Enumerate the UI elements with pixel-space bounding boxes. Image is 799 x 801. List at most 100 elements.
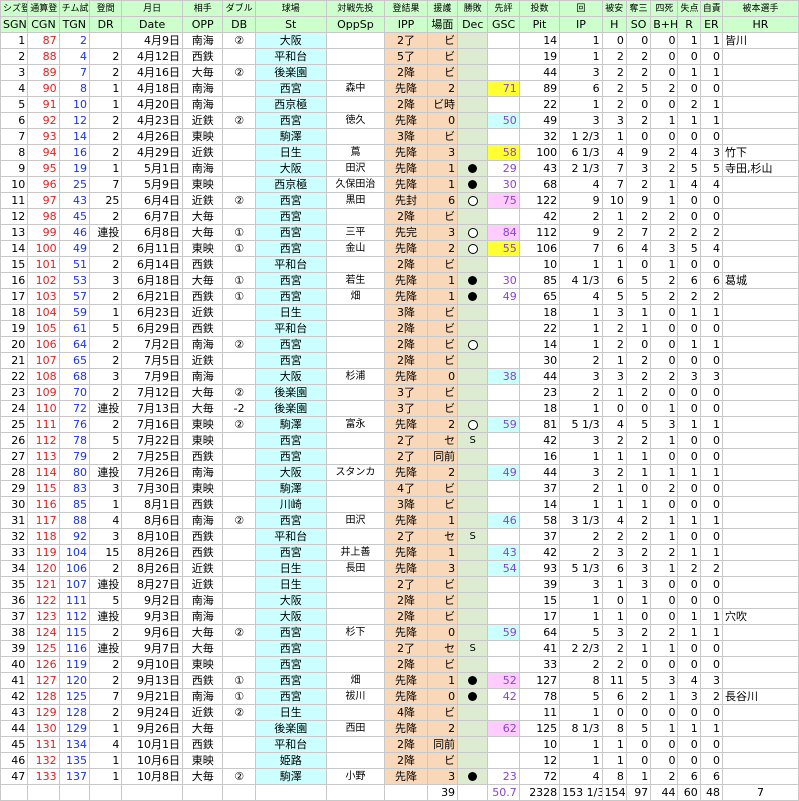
pitches-cell: 100: [518, 144, 561, 161]
hits-cell: 1: [601, 352, 627, 369]
dr-cell: 2: [88, 624, 123, 641]
runs-cell: 5: [677, 160, 701, 177]
bbhbp-cell: 0: [650, 96, 679, 113]
cgn-cell: 111: [27, 416, 60, 433]
table-row: 33 119 104 15 8月26日 西鉄 西宮 井上善 先降 1 43 42 2 3 2 2 1 1: [0, 544, 799, 561]
scene-cell: ビ: [426, 208, 459, 225]
er-cell: 1: [699, 96, 723, 113]
opponent-cell: 南海: [181, 80, 224, 97]
gsc-cell: 23: [487, 768, 520, 785]
cgn-cell: 116: [27, 496, 60, 513]
er-cell: 0: [699, 752, 723, 769]
pitches-cell: 43: [518, 160, 561, 177]
so-cell: 1: [625, 592, 652, 609]
tgn-cell: 53: [58, 272, 90, 289]
runs-cell: 0: [677, 656, 701, 673]
header-jp-cell: チム試: [58, 0, 90, 17]
bbhbp-cell: 2: [650, 272, 679, 289]
opp-starter-cell: 田沢: [325, 160, 386, 177]
table-row: 39 125 116 連投 9月7日 大毎 西宮 2了セ S 41 2 2/3 2 1 1 0 0: [0, 640, 799, 657]
result-cell: 2降: [384, 608, 428, 625]
result-cell: 4了: [384, 480, 428, 497]
pitches-cell: 18: [518, 400, 561, 417]
scene-cell: ビ: [426, 32, 459, 49]
decision-cell: [457, 384, 489, 401]
bbhbp-cell: 1: [650, 432, 679, 449]
gsc-cell: [487, 256, 520, 273]
gsc-cell: 62: [487, 720, 520, 737]
pitches-cell: 89: [518, 80, 561, 97]
dr-cell: 2: [88, 336, 123, 353]
opp-starter-cell: [325, 352, 386, 369]
runs-cell: 0: [677, 448, 701, 465]
decision-cell: [457, 464, 489, 481]
bbhbp-cell: 2: [650, 160, 679, 177]
decision-cell: [457, 704, 489, 721]
runs-cell: 3: [677, 688, 701, 705]
opponent-cell: 東映: [181, 656, 224, 673]
header-en-cell: TGN: [58, 16, 90, 33]
hr-batter-cell: [721, 576, 799, 593]
stadium-cell: 大阪: [254, 608, 327, 625]
doubleheader-cell: [222, 256, 256, 273]
dr-cell: 1: [88, 496, 123, 513]
doubleheader-cell: [222, 720, 256, 737]
bbhbp-cell: 0: [650, 320, 679, 337]
dr-cell: 連投: [88, 576, 123, 593]
table-row: 42 128 125 7 9月21日 南海 ① 西宮 祓川 先降 0 42 78 5 6 2 1 3 2 長谷川: [0, 688, 799, 705]
gsc-cell: 42: [487, 688, 520, 705]
gsc-cell: 71: [487, 80, 520, 97]
decision-cell: [457, 720, 489, 737]
doubleheader-cell: ①: [222, 240, 256, 257]
decision-cell: [457, 320, 489, 337]
so-cell: 2: [625, 528, 652, 545]
date-cell: 8月26日: [121, 544, 183, 561]
er-cell: 0: [699, 640, 723, 657]
date-cell: 7月12日: [121, 384, 183, 401]
doubleheader-cell: [222, 432, 256, 449]
scene-cell: 2: [426, 464, 459, 481]
decision-cell: [457, 624, 489, 641]
opponent-cell: 西鉄: [181, 544, 224, 561]
table-row: 10 96 25 7 5月9日 東映 西京極 久保田治 先降 1 30 68 4 7 2 1 4 4: [0, 176, 799, 193]
cgn-cell: 92: [27, 112, 60, 129]
decision-cell: [457, 144, 489, 161]
opp-starter-cell: 小野: [325, 768, 386, 785]
stadium-cell: 西宮: [254, 432, 327, 449]
hits-cell: 2: [601, 464, 627, 481]
table-row: 30 116 85 1 8月1日 西鉄 川崎 3降ビ 14 1 1 1 0 0 0: [0, 496, 799, 513]
hr-batter-cell: [721, 192, 799, 209]
opp-starter-cell: [325, 736, 386, 753]
so-cell: 2: [625, 432, 652, 449]
tgn-cell: 51: [58, 256, 90, 273]
doubleheader-cell: [222, 208, 256, 225]
runs-cell: 0: [677, 320, 701, 337]
decision-cell: [457, 80, 489, 97]
opponent-cell: 大毎: [181, 208, 224, 225]
opponent-cell: 大毎: [181, 384, 224, 401]
table-row: 18 104 59 1 6月23日 近鉄 日生 3降ビ 18 1 3 1 0 1 1: [0, 304, 799, 321]
dr-cell: 2: [88, 128, 123, 145]
doubleheader-cell: ②: [222, 112, 256, 129]
gsc-cell: [487, 656, 520, 673]
sgn-cell: 46: [0, 752, 29, 769]
scene-cell: 1: [426, 288, 459, 305]
result-cell: 2降: [384, 64, 428, 81]
result-cell: 先降: [384, 416, 428, 433]
ip-cell: 3: [559, 64, 603, 81]
hits-cell: 0: [601, 32, 627, 49]
tgn-cell: 49: [58, 240, 90, 257]
sgn-cell: 6: [0, 112, 29, 129]
bbhbp-cell: 1: [650, 112, 679, 129]
decision-cell: [457, 288, 489, 305]
doubleheader-cell: [222, 320, 256, 337]
so-cell: 5: [625, 272, 652, 289]
gsc-cell: [487, 496, 520, 513]
table-row: 40 126 119 2 9月10日 東映 西宮 2降ビ 33 2 2 0 0 0 0: [0, 656, 799, 673]
gsc-cell: [487, 592, 520, 609]
gsc-cell: 59: [487, 624, 520, 641]
pitches-cell: 14: [518, 32, 561, 49]
er-cell: 2: [699, 688, 723, 705]
decision-cell: [457, 512, 489, 529]
so-cell: 0: [625, 256, 652, 273]
